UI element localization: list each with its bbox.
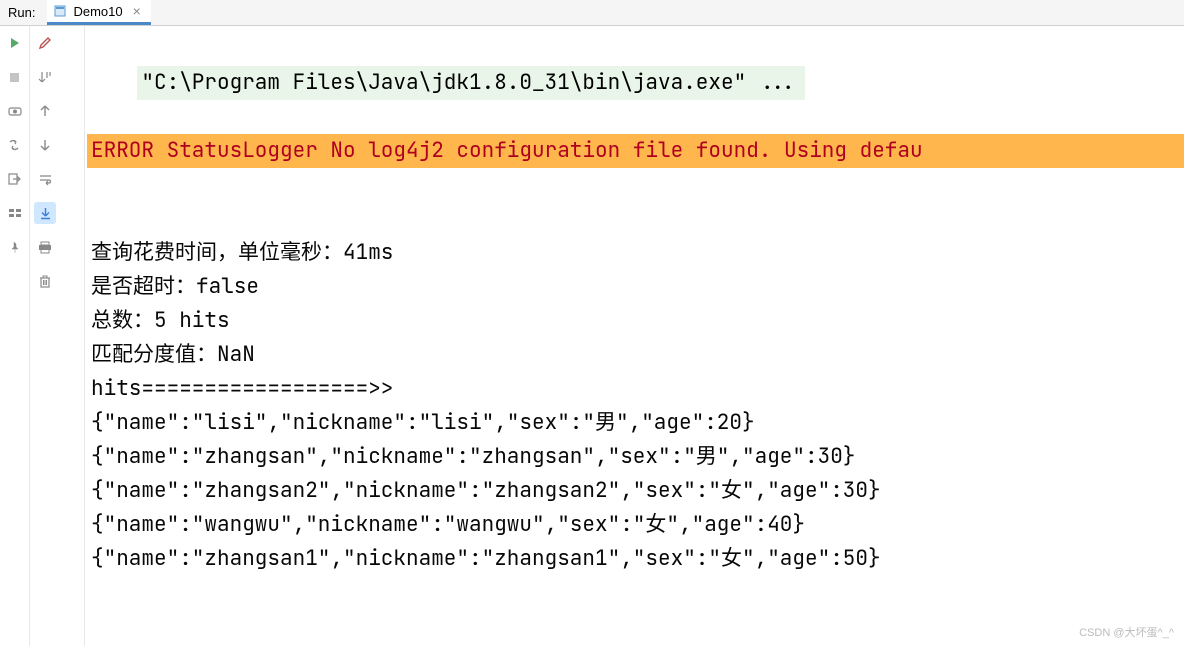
print-button[interactable]: [34, 236, 56, 258]
pin-button[interactable]: [4, 236, 26, 258]
console-output[interactable]: "C:\Program Files\Java\jdk1.8.0_31\bin\j…: [84, 26, 1184, 646]
console-line: 匹配分度值：NaN: [87, 338, 1184, 372]
console-line: 总数：5 hits: [87, 304, 1184, 338]
error-line: ERROR StatusLogger No log4j2 configurati…: [87, 134, 1184, 168]
layout-button[interactable]: [4, 134, 26, 156]
cmd-line: "C:\Program Files\Java\jdk1.8.0_31\bin\j…: [137, 66, 804, 100]
console-line: 是否超时：false: [87, 270, 1184, 304]
soft-wrap-button[interactable]: [34, 168, 56, 190]
scroll-to-end-button[interactable]: [34, 202, 56, 224]
exit-button[interactable]: [4, 168, 26, 190]
down-button[interactable]: [34, 134, 56, 156]
up-button[interactable]: [34, 100, 56, 122]
run-tab[interactable]: Demo10 ×: [47, 0, 150, 25]
main-area: "C:\Program Files\Java\jdk1.8.0_31\bin\j…: [0, 26, 1184, 646]
edit-button[interactable]: [34, 32, 56, 54]
console-line: 查询花费时间，单位毫秒：41ms: [87, 236, 1184, 270]
watermark: CSDN @大坏蛋^_^: [1079, 624, 1174, 640]
dump-threads-button[interactable]: [4, 100, 26, 122]
toolbar-left: [0, 26, 30, 646]
run-header: Run: Demo10 ×: [0, 0, 1184, 26]
rerun-button[interactable]: [4, 32, 26, 54]
run-config-icon: [53, 4, 67, 18]
console-line: {"name":"zhangsan","nickname":"zhangsan"…: [87, 440, 1184, 474]
clear-button[interactable]: [34, 270, 56, 292]
layout-settings-button[interactable]: [4, 202, 26, 224]
console-line: {"name":"zhangsan1","nickname":"zhangsan…: [87, 542, 1184, 576]
console-line: hits==================>>: [87, 372, 1184, 406]
down-stack-button[interactable]: [34, 66, 56, 88]
stop-button[interactable]: [4, 66, 26, 88]
run-tab-label: Demo10: [73, 4, 122, 19]
toolbar-right: [30, 26, 60, 646]
console-line: {"name":"zhangsan2","nickname":"zhangsan…: [87, 474, 1184, 508]
console-line: {"name":"lisi","nickname":"lisi","sex":"…: [87, 406, 1184, 440]
console-line: {"name":"wangwu","nickname":"wangwu","se…: [87, 508, 1184, 542]
run-label: Run:: [0, 5, 43, 20]
close-icon[interactable]: ×: [133, 3, 141, 19]
